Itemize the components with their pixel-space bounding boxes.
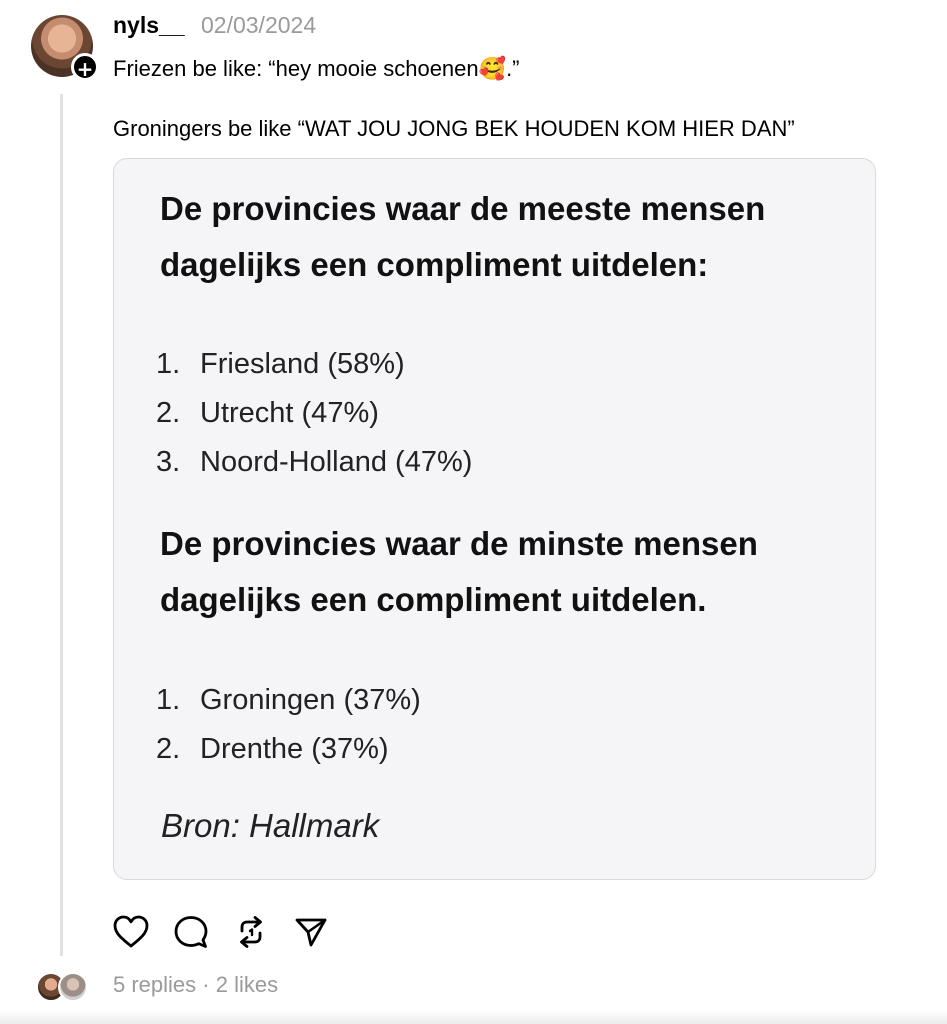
follow-plus-icon[interactable]: +	[71, 53, 99, 81]
image-heading-least: De provincies waar de minste mensen dage…	[160, 525, 758, 618]
list-text: Groningen (37%)	[200, 684, 421, 716]
image-source: Bron: Hallmark	[161, 807, 380, 844]
most-compliments-list: 1. Friesland (58%) 2. Utrecht (47%) 3. Noor…	[156, 340, 472, 487]
comment-icon	[174, 916, 208, 948]
list-number: 2.	[156, 733, 181, 765]
list-number: 1.	[156, 684, 181, 716]
list-text: Drenthe (37%)	[200, 733, 389, 765]
list-item: 3. Noord-Holland (47%)	[156, 438, 472, 487]
share-button[interactable]	[292, 912, 330, 952]
repost-icon	[240, 916, 262, 948]
avatar	[58, 972, 88, 1002]
list-item: 1. Friesland (58%)	[156, 340, 472, 389]
list-item: 2. Drenthe (37%)	[156, 725, 421, 774]
list-item: 1. Groningen (37%)	[156, 676, 421, 725]
author-avatar[interactable]: +	[31, 15, 99, 81]
share-icon	[295, 918, 327, 947]
list-number: 1.	[156, 348, 181, 380]
post-text-line-2: Groningers be like “WAT JOU JONG BEK HOU…	[113, 116, 795, 141]
post-image[interactable]: De provincies waar de meeste mensen dage…	[113, 158, 876, 880]
list-text: Friesland (58%)	[200, 348, 405, 380]
stats-separator: ·	[202, 972, 210, 997]
post-text-line-1: Friezen be like: “hey mooie schoenen🥰.”	[113, 56, 520, 82]
list-text: Utrecht (47%)	[200, 397, 379, 429]
list-number: 2.	[156, 397, 181, 429]
bottom-divider	[0, 1010, 947, 1024]
like-button[interactable]	[112, 912, 150, 952]
image-heading-most: De provincies waar de meeste mensen dage…	[160, 190, 766, 283]
likes-count[interactable]: 2 likes	[216, 972, 278, 997]
replier-avatars[interactable]	[36, 972, 90, 1002]
post-text-part-end: .”	[506, 56, 520, 81]
thread-line	[60, 94, 63, 956]
list-item: 2. Utrecht (47%)	[156, 389, 472, 438]
smiling-face-with-hearts-emoji: 🥰	[478, 56, 507, 81]
replies-count[interactable]: 5 replies	[113, 972, 196, 997]
heart-icon	[113, 915, 149, 948]
username[interactable]: nyls__	[113, 12, 185, 39]
least-compliments-list: 1. Groningen (37%) 2. Drenthe (37%)	[156, 676, 421, 774]
list-number: 3.	[156, 446, 181, 478]
repost-button[interactable]	[232, 912, 270, 952]
post-stats: 5 replies · 2 likes	[113, 972, 278, 998]
comment-button[interactable]	[172, 912, 210, 952]
list-text: Noord-Holland (47%)	[200, 446, 473, 478]
post-text-part: Friezen be like: “hey mooie schoenen	[113, 56, 479, 81]
post-timestamp: 02/03/2024	[201, 12, 317, 38]
